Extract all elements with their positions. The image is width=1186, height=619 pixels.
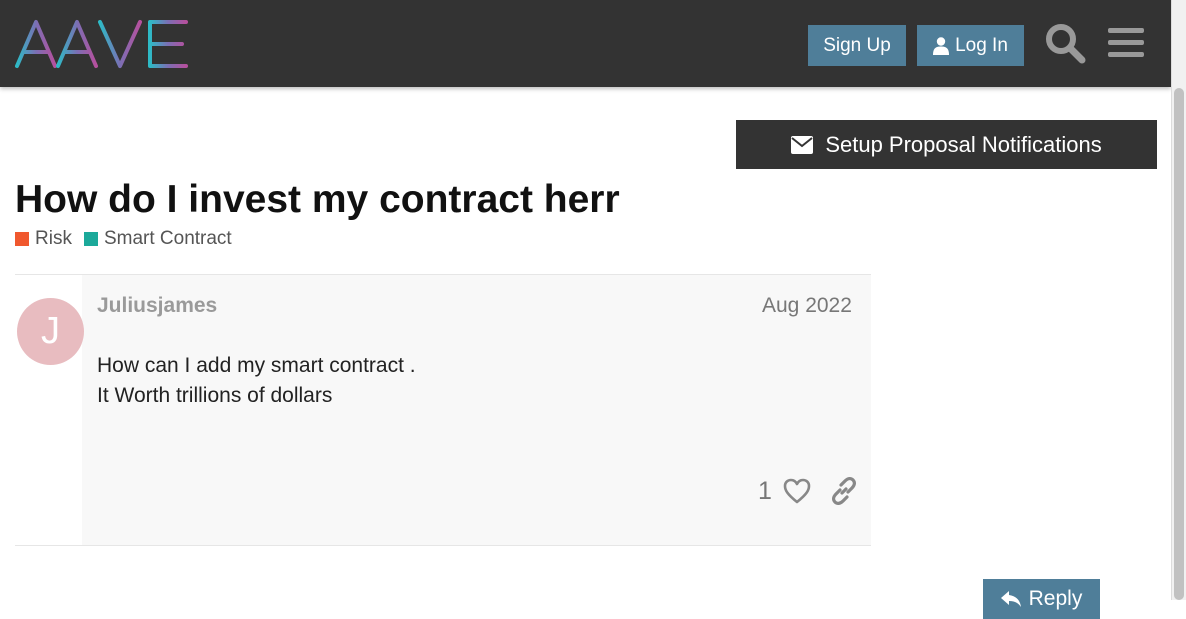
avatar[interactable]: J (17, 298, 84, 365)
tag-smart-contract-label: Smart Contract (103, 228, 232, 249)
envelope-icon (791, 135, 814, 154)
hamburger-icon[interactable] (1107, 24, 1145, 62)
heart-icon[interactable] (783, 478, 811, 504)
user-icon (933, 36, 950, 55)
topic-tags: Risk Smart Contract (15, 228, 232, 250)
topic-title[interactable]: How do I invest my contract herr (15, 178, 620, 222)
tag-smart-contract[interactable]: Smart Contract (83, 228, 232, 250)
post-content: How can I add my smart contract . It Wor… (97, 351, 416, 411)
setup-notifications-label: Setup Proposal Notifications (825, 131, 1102, 157)
like-count[interactable]: 1 (758, 477, 772, 506)
link-icon[interactable] (830, 477, 858, 505)
tag-risk-label: Risk (35, 228, 72, 249)
reply-label: Reply (1028, 587, 1083, 610)
post-username[interactable]: Juliusjames (97, 294, 217, 318)
aave-logo[interactable] (14, 16, 192, 72)
log-in-button[interactable]: Log In (917, 25, 1024, 66)
post-line: How can I add my smart contract . (97, 354, 416, 377)
tag-risk[interactable]: Risk (15, 228, 72, 250)
tag-smart-contract-swatch (83, 232, 98, 246)
scrollbar-thumb[interactable] (1174, 88, 1184, 600)
site-header: Sign Up Log In (0, 0, 1171, 87)
tag-risk-swatch (15, 232, 29, 246)
sign-up-button[interactable]: Sign Up (808, 25, 906, 66)
post-divider-bottom (15, 545, 871, 546)
reply-icon (1000, 591, 1021, 607)
page-scrollbar[interactable] (1171, 0, 1186, 600)
log-in-label: Log In (955, 34, 1008, 56)
search-icon[interactable] (1044, 22, 1086, 64)
post-date[interactable]: Aug 2022 (762, 294, 852, 318)
setup-notifications-button[interactable]: Setup Proposal Notifications (736, 120, 1157, 169)
reply-button[interactable]: Reply (983, 579, 1100, 619)
post-line: It Worth trillions of dollars (97, 384, 333, 407)
